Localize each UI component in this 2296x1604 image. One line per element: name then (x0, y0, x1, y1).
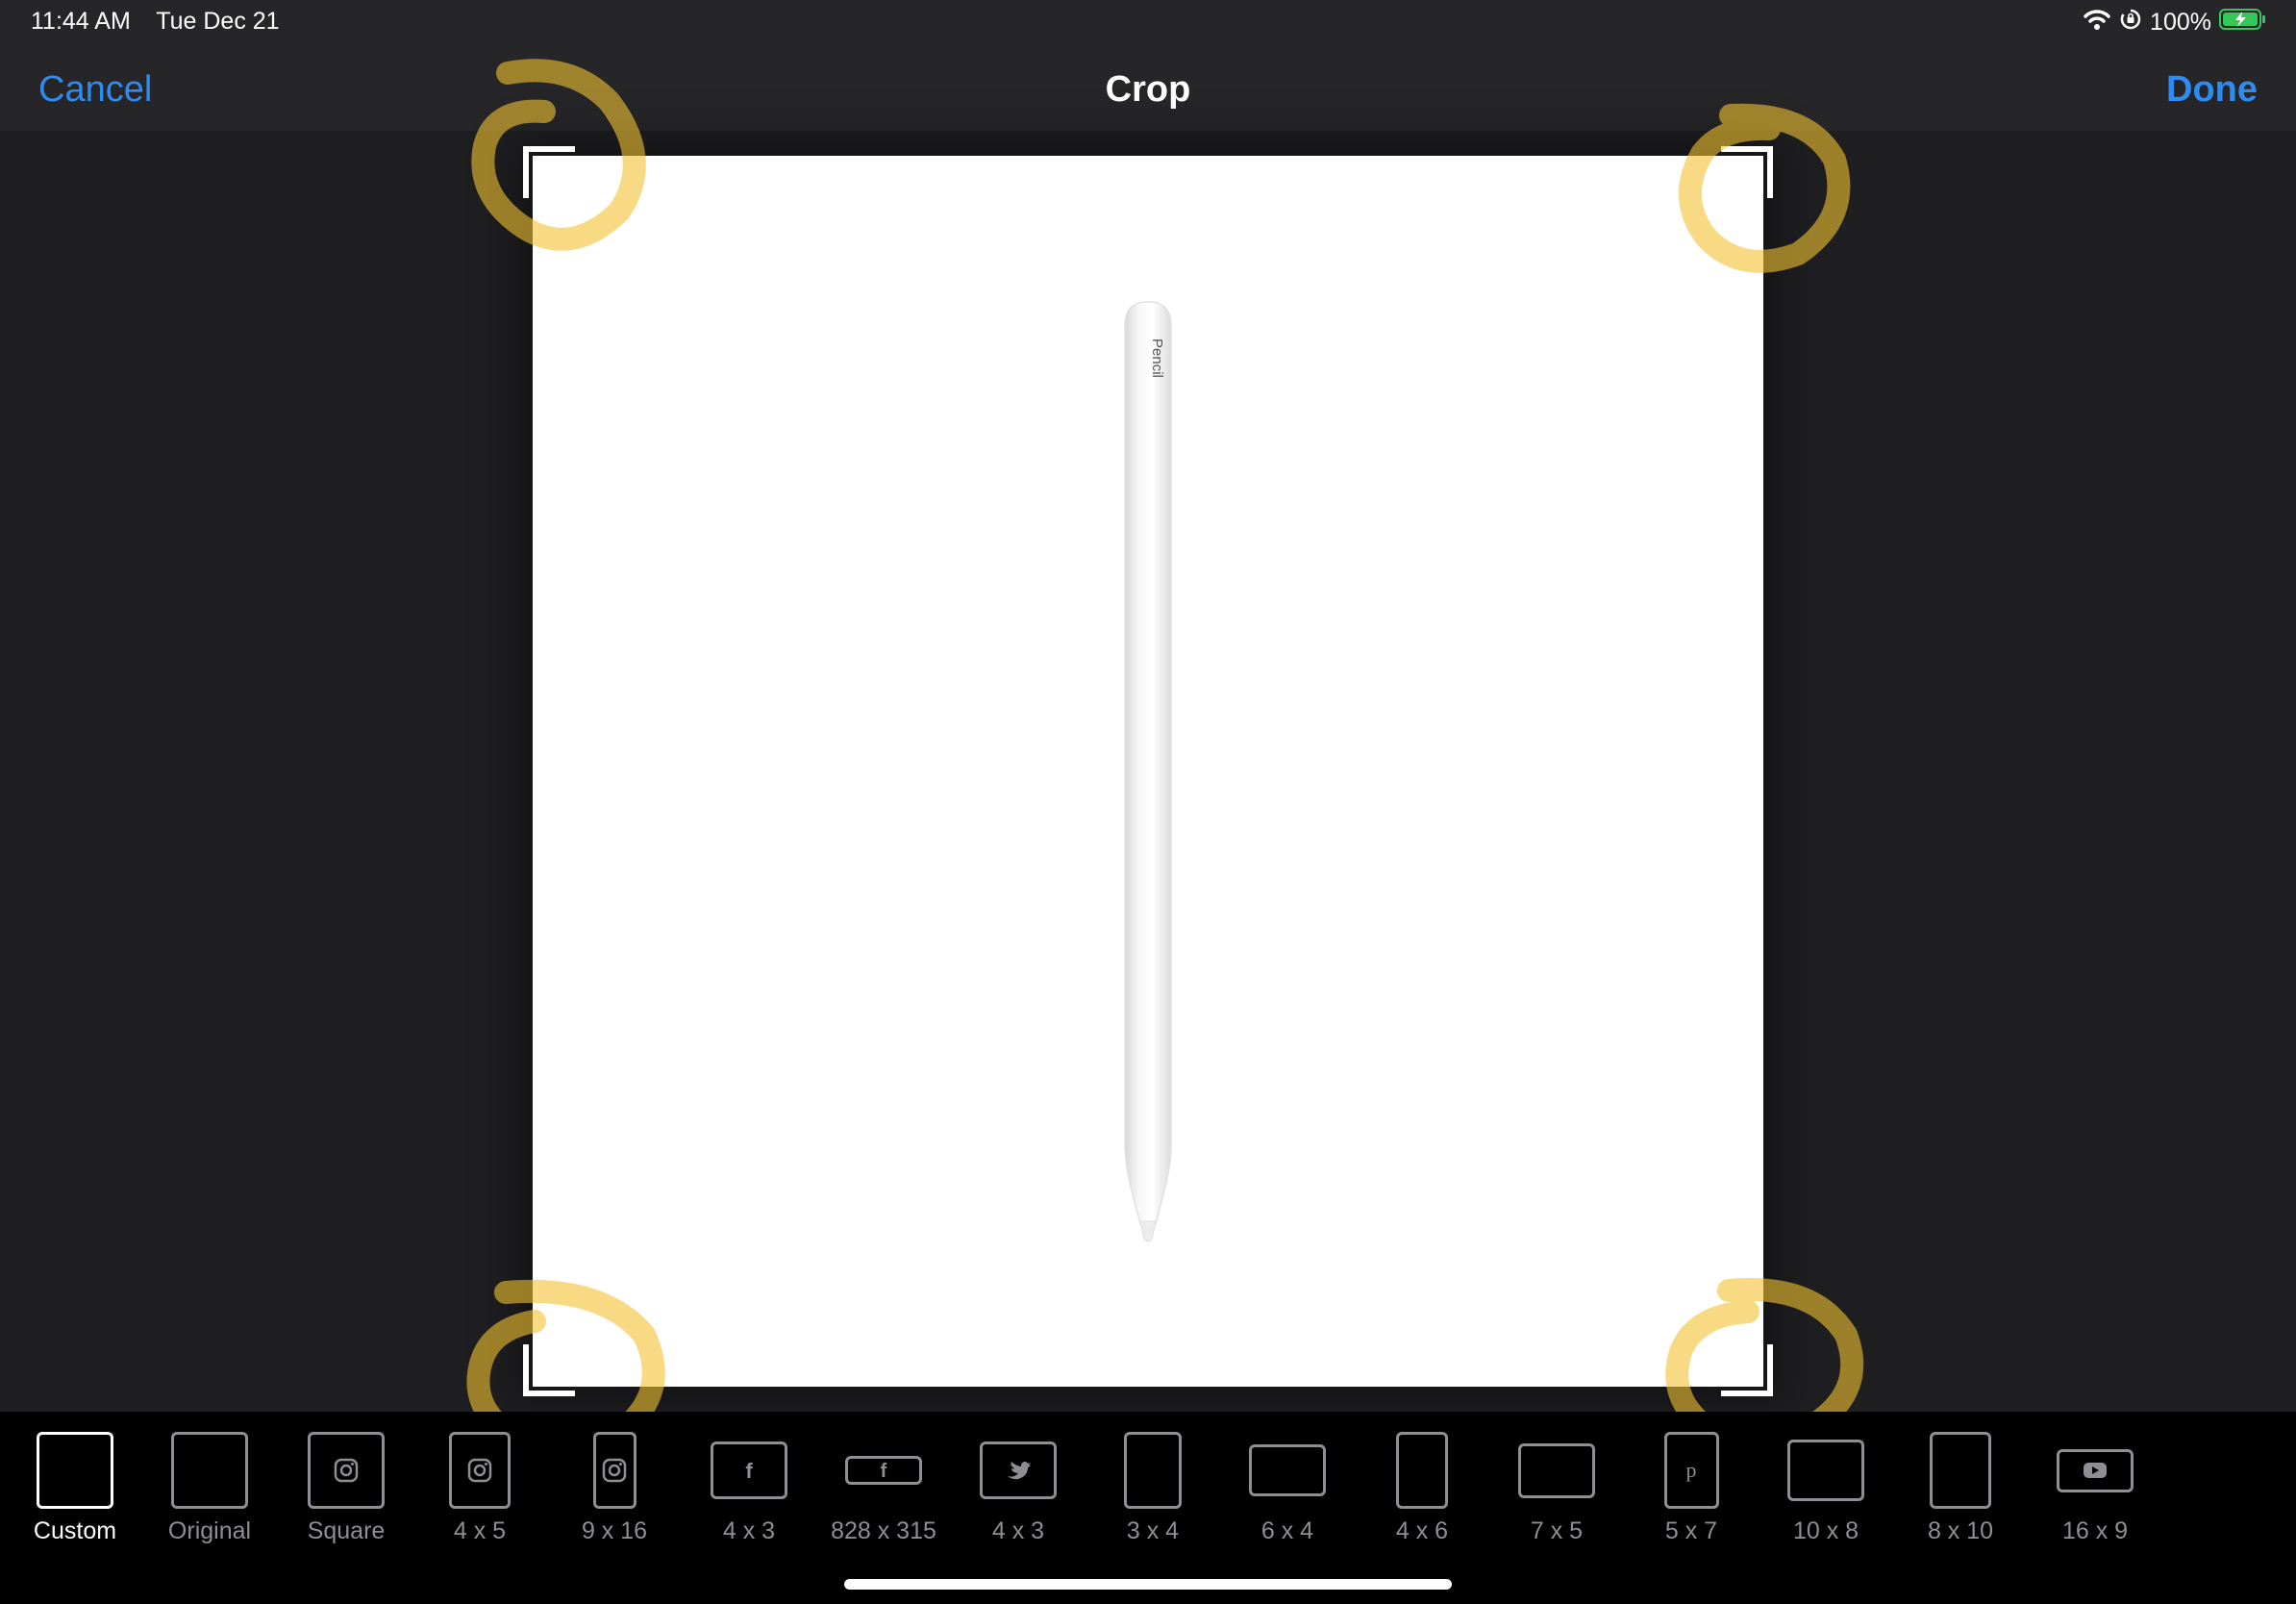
orientation-lock-icon (2119, 8, 2142, 38)
aspect-option-label: 7 x 5 (1530, 1517, 1584, 1544)
facebook-icon: f (745, 1459, 753, 1483)
aspect-option-16x9[interactable]: 16 x 9 (2028, 1429, 2162, 1554)
custom-frame-icon (37, 1432, 113, 1509)
twitter-icon (1008, 1462, 1031, 1480)
aspect-option-custom[interactable]: Custom (8, 1429, 142, 1554)
aspect-option-3x4[interactable]: 3 x 4 (1086, 1429, 1220, 1554)
original-frame-icon (171, 1432, 248, 1509)
crop-canvas: Pencil (0, 59, 2296, 1459)
battery-charging-icon (2219, 8, 2267, 38)
svg-text:f: f (745, 1459, 753, 1483)
aspect-option-4x3-twitter[interactable]: 4 x 3 (951, 1429, 1086, 1554)
aspect-option-original[interactable]: Original (142, 1429, 277, 1554)
aspect-option-label: 3 x 4 (1126, 1517, 1180, 1544)
status-bar: 11:44 AM Tue Dec 21 100% (0, 0, 2296, 44)
aspect-option-label: 10 x 8 (1792, 1517, 1859, 1544)
status-date: Tue Dec 21 (156, 8, 280, 35)
aspect-option-7x5[interactable]: 7 x 5 (1489, 1429, 1624, 1554)
done-button[interactable]: Done (2166, 69, 2258, 111)
instagram-icon (467, 1458, 492, 1483)
portrait-frame-icon (1930, 1432, 1991, 1509)
portrait-frame-icon (1396, 1432, 1448, 1509)
aspect-option-label: Original (167, 1517, 252, 1544)
instagram-icon (602, 1458, 627, 1483)
aspect-option-4x6[interactable]: 4 x 6 (1355, 1429, 1489, 1554)
crop-handle-bottom-right[interactable] (1719, 1342, 1773, 1396)
status-indicators: 100% (2083, 6, 2267, 38)
aspect-option-label: Custom (33, 1517, 117, 1544)
pencil-image: Pencil (1124, 301, 1172, 1242)
navigation-bar: Cancel Crop Done (0, 44, 2296, 131)
aspect-option-label: 4 x 3 (991, 1517, 1045, 1544)
landscape-frame-icon (1787, 1440, 1864, 1501)
home-indicator[interactable] (844, 1579, 1452, 1590)
instagram-icon (334, 1458, 359, 1483)
aspect-option-828x315[interactable]: f 828 x 315 (816, 1429, 951, 1554)
landscape-frame-icon (1249, 1444, 1326, 1496)
aspect-option-4x3-facebook[interactable]: f 4 x 3 (682, 1429, 816, 1554)
cancel-button[interactable]: Cancel (38, 69, 152, 111)
aspect-option-label: 5 x 7 (1664, 1517, 1718, 1544)
aspect-ratio-toolbar: Custom Original Square 4 x 5 9 x 16 f 4 … (0, 1412, 2296, 1604)
aspect-option-label: 9 x 16 (581, 1517, 648, 1544)
aspect-option-5x7[interactable]: p 5 x 7 (1624, 1429, 1759, 1554)
crop-handle-top-right[interactable] (1719, 146, 1773, 200)
aspect-option-6x4[interactable]: 6 x 4 (1220, 1429, 1355, 1554)
svg-text:p: p (1686, 1458, 1697, 1482)
aspect-option-label: 4 x 3 (722, 1517, 776, 1544)
page-title: Crop (1105, 69, 1191, 110)
crop-handle-bottom-left[interactable] (523, 1342, 577, 1396)
wifi-icon (2083, 8, 2111, 38)
aspect-option-label: 828 x 315 (831, 1517, 936, 1544)
pencil-brand-text: Pencil (1149, 338, 1165, 378)
aspect-option-square[interactable]: Square (279, 1429, 413, 1554)
crop-handle-top-left[interactable] (523, 146, 577, 200)
facebook-icon: f (881, 1461, 887, 1481)
pinterest-icon: p (1686, 1458, 1697, 1482)
battery-percent: 100% (2150, 8, 2211, 36)
youtube-icon (2084, 1463, 2107, 1478)
aspect-option-8x10[interactable]: 8 x 10 (1893, 1429, 2028, 1554)
portrait-frame-icon (1124, 1432, 1182, 1509)
aspect-option-4x5[interactable]: 4 x 5 (412, 1429, 547, 1554)
aspect-option-9x16[interactable]: 9 x 16 (547, 1429, 682, 1554)
svg-text:f: f (881, 1461, 887, 1481)
aspect-option-label: 6 x 4 (1260, 1517, 1314, 1544)
aspect-option-label: 4 x 6 (1395, 1517, 1449, 1544)
aspect-option-label: 8 x 10 (1927, 1517, 1994, 1544)
status-time-date: 11:44 AM Tue Dec 21 (31, 8, 299, 36)
aspect-option-label: 16 x 9 (2061, 1517, 2129, 1544)
aspect-option-label: 4 x 5 (453, 1517, 507, 1544)
status-time: 11:44 AM (31, 8, 131, 35)
aspect-option-10x8[interactable]: 10 x 8 (1759, 1429, 1893, 1554)
landscape-frame-icon (1518, 1442, 1595, 1498)
aspect-option-label: Square (307, 1517, 386, 1544)
